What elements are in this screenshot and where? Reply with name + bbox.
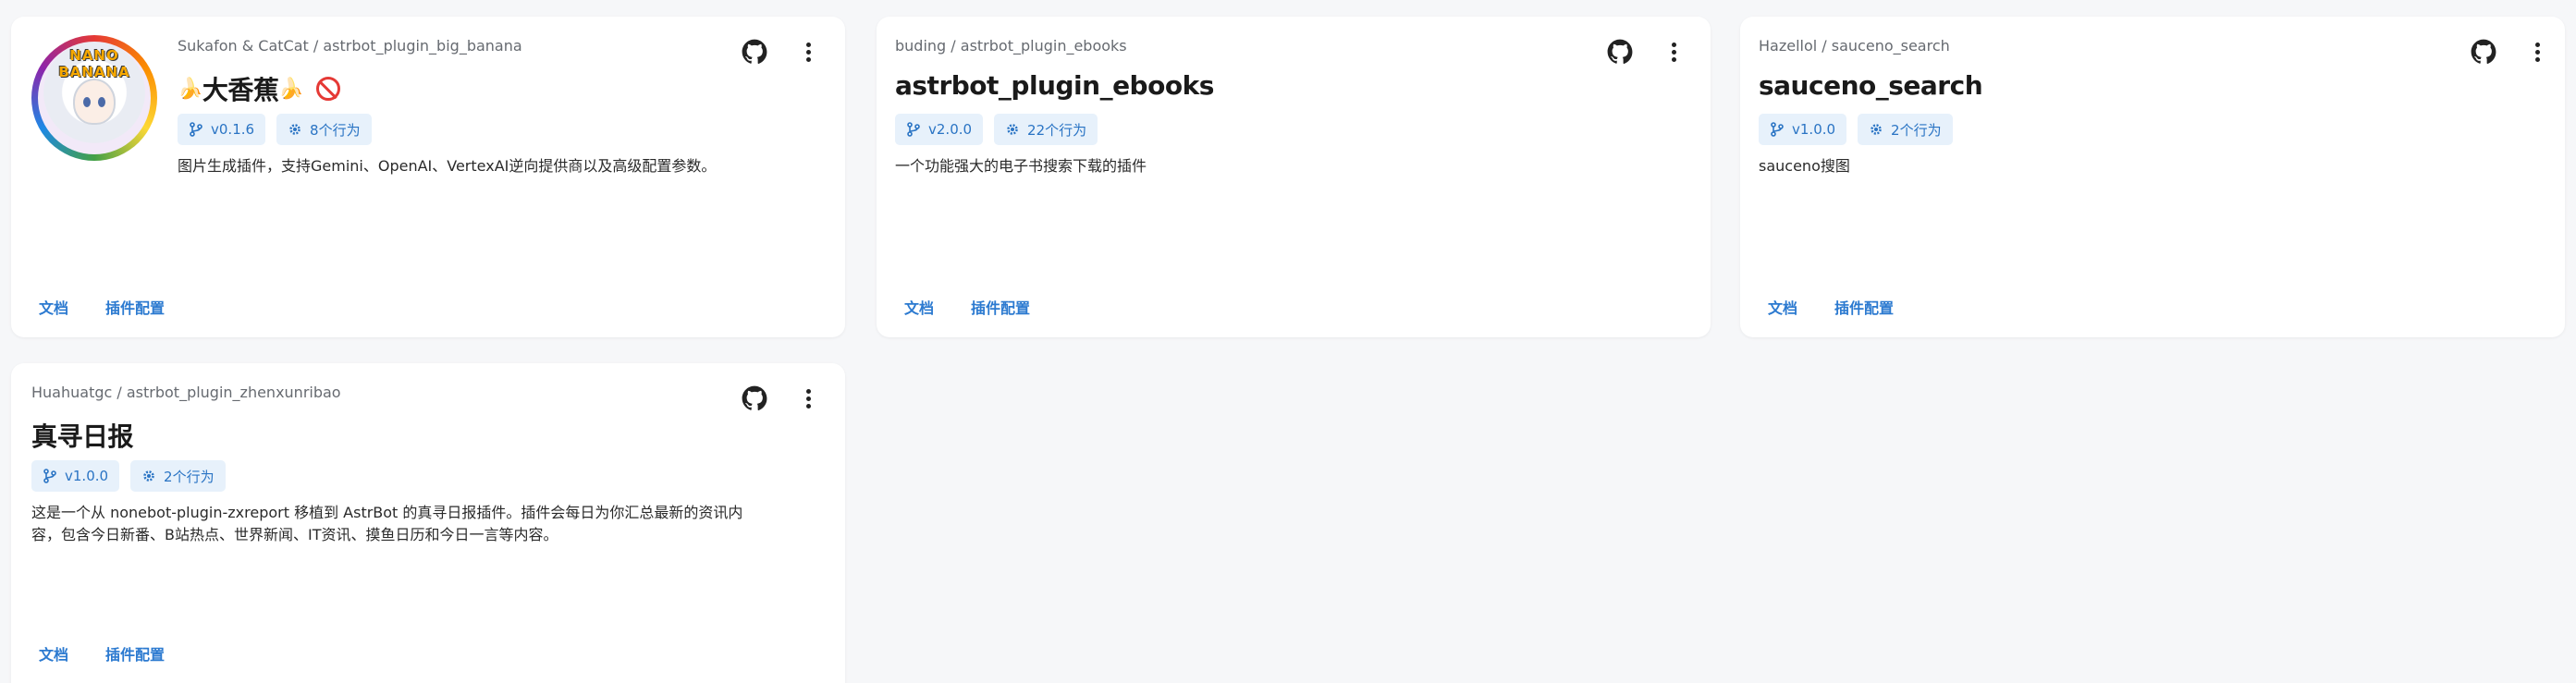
plugin-tags: v0.1.6 8个行为 (178, 114, 372, 145)
version-tag: v0.1.6 (178, 114, 266, 145)
description-line: 这是一个从 nonebot-plugin-zxreport 移植到 AstrBo… (31, 504, 743, 521)
avatar-logo-text: NANO BANANA (58, 47, 130, 80)
github-icon[interactable] (742, 39, 767, 65)
version-label: v0.1.6 (211, 121, 255, 138)
plugin-owner: Sukafon & CatCat / astrbot_plugin_big_ba… (178, 37, 522, 55)
banana-emoji: 🍌 (278, 77, 304, 101)
actions-label: 2个行为 (164, 468, 215, 485)
more-vert-icon[interactable] (795, 39, 821, 65)
plugin-title-text: 大香蕉 (202, 75, 279, 105)
banana-emoji: 🍌 (178, 77, 202, 101)
description-line: 容，包含今日新番、B站热点、世界新闻、IT资讯、摸鱼日历和今日一言等内容。 (31, 526, 558, 543)
plugin-title: astrbot_plugin_ebooks (895, 70, 1214, 101)
plugin-owner: Huahuatgc / astrbot_plugin_zhenxunribao (31, 384, 341, 401)
actions-tag: 8个行为 (276, 114, 372, 145)
github-icon[interactable] (2471, 39, 2496, 65)
config-link[interactable]: 插件配置 (1834, 296, 1894, 318)
actions-tag: 2个行为 (1858, 114, 1953, 145)
plugin-description: 这是一个从 nonebot-plugin-zxreport 移植到 AstrBo… (31, 502, 827, 546)
plugin-links: 文档 插件配置 (39, 642, 165, 665)
config-link[interactable]: 插件配置 (105, 642, 165, 665)
gear-icon (1007, 124, 1018, 135)
plugin-tags: v2.0.0 22个行为 (895, 114, 1098, 145)
docs-link[interactable]: 文档 (904, 296, 934, 318)
plugin-title: 🍌 大香蕉 🍌 (178, 70, 341, 107)
prohibited-icon (316, 77, 341, 101)
plugin-tags: v1.0.0 2个行为 (31, 460, 226, 492)
actions-tag: 2个行为 (130, 460, 226, 492)
plugin-title: 真寻日报 (31, 421, 134, 452)
more-vert-icon[interactable] (795, 385, 821, 411)
more-vert-icon[interactable] (2524, 39, 2550, 65)
plugin-title: sauceno_search (1759, 70, 1983, 101)
plugin-card-zhenxunribao: Huahuatgc / astrbot_plugin_zhenxunribao … (11, 363, 845, 683)
version-label: v2.0.0 (928, 121, 973, 138)
branch-icon (43, 469, 56, 483)
plugin-description: 图片生成插件，支持Gemini、OpenAI、VertexAI逆向提供商以及高级… (178, 157, 717, 175)
version-tag: v2.0.0 (895, 114, 984, 145)
branch-icon (190, 122, 202, 137)
plugin-description: sauceno搜图 (1759, 157, 1850, 175)
plugin-card-big-banana: NANO BANANA Sukafon & CatCat / astrbot_p… (11, 17, 845, 337)
plugin-owner: buding / astrbot_plugin_ebooks (895, 37, 1127, 55)
version-tag: v1.0.0 (1759, 114, 1847, 145)
plugin-links: 文档 插件配置 (1768, 296, 1894, 318)
plugin-card-ebooks: buding / astrbot_plugin_ebooks astrbot_p… (877, 17, 1711, 337)
version-label: v1.0.0 (65, 468, 109, 484)
plugin-tags: v1.0.0 2个行为 (1759, 114, 1953, 145)
plugin-avatar: NANO BANANA (31, 35, 157, 161)
gear-icon (143, 470, 154, 482)
version-tag: v1.0.0 (31, 460, 120, 492)
actions-tag: 22个行为 (994, 114, 1098, 145)
plugin-card-sauceno: Hazellol / sauceno_search sauceno_search… (1740, 17, 2565, 337)
more-vert-icon[interactable] (1661, 39, 1687, 65)
github-icon[interactable] (1607, 39, 1633, 65)
gear-icon (289, 124, 301, 135)
config-link[interactable]: 插件配置 (105, 296, 165, 318)
version-label: v1.0.0 (1792, 121, 1836, 138)
docs-link[interactable]: 文档 (39, 296, 68, 318)
config-link[interactable]: 插件配置 (971, 296, 1030, 318)
gear-icon (1871, 124, 1882, 135)
plugin-owner: Hazellol / sauceno_search (1759, 37, 1950, 55)
branch-icon (907, 122, 920, 137)
actions-label: 8个行为 (310, 121, 361, 139)
plugin-links: 文档 插件配置 (39, 296, 165, 318)
actions-label: 22个行为 (1027, 121, 1087, 139)
docs-link[interactable]: 文档 (1768, 296, 1797, 318)
plugin-links: 文档 插件配置 (904, 296, 1030, 318)
docs-link[interactable]: 文档 (39, 642, 68, 665)
branch-icon (1771, 122, 1784, 137)
actions-label: 2个行为 (1891, 121, 1942, 139)
github-icon[interactable] (742, 385, 767, 411)
plugin-description: 一个功能强大的电子书搜索下载的插件 (895, 157, 1147, 175)
